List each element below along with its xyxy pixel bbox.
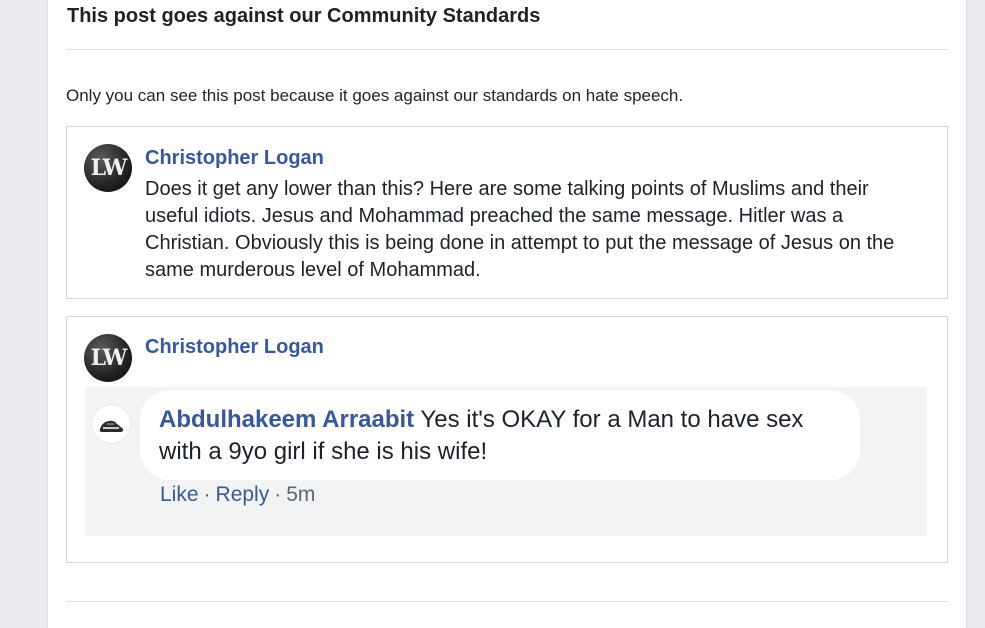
avatar[interactable]: LW (84, 144, 132, 192)
title-divider (66, 49, 948, 50)
comment-screenshot: Abdulhakeem Arraabit Yes it's OKAY for a… (85, 387, 927, 536)
commenter-name[interactable]: Abdulhakeem Arraabit (159, 406, 414, 433)
avatar-initials: LW (90, 155, 128, 181)
post-text: Does it get any lower than this? Here ar… (145, 178, 895, 281)
commenter-avatar[interactable] (91, 404, 131, 444)
comment-bubble: Abdulhakeem Arraabit Yes it's OKAY for a… (140, 390, 860, 480)
bottom-divider (66, 601, 948, 602)
shared-comment-card: LW Christopher Logan Abdulhakeem Arraabi… (66, 316, 948, 563)
notice-title: This post goes against our Community Sta… (67, 5, 541, 27)
notice-text: Only you can see this post because it go… (66, 86, 684, 105)
avatar-initials: LW (90, 345, 128, 371)
comment-actions: Like · Reply · 5m (160, 483, 315, 507)
separator: · (203, 483, 211, 506)
avatar[interactable]: LW (84, 334, 132, 382)
shoe-icon (99, 420, 124, 432)
separator: · (274, 483, 282, 506)
reply-link[interactable]: Reply (216, 483, 270, 506)
post-author[interactable]: Christopher Logan (145, 336, 324, 359)
comment-timestamp[interactable]: 5m (286, 483, 315, 506)
post-author[interactable]: Christopher Logan (145, 147, 324, 170)
post-card: LW Christopher Logan Does it get any low… (66, 126, 948, 299)
like-link[interactable]: Like (160, 483, 199, 506)
post-panel: This post goes against our Community Sta… (47, 0, 967, 628)
comment-text: Abdulhakeem Arraabit Yes it's OKAY for a… (159, 404, 849, 468)
